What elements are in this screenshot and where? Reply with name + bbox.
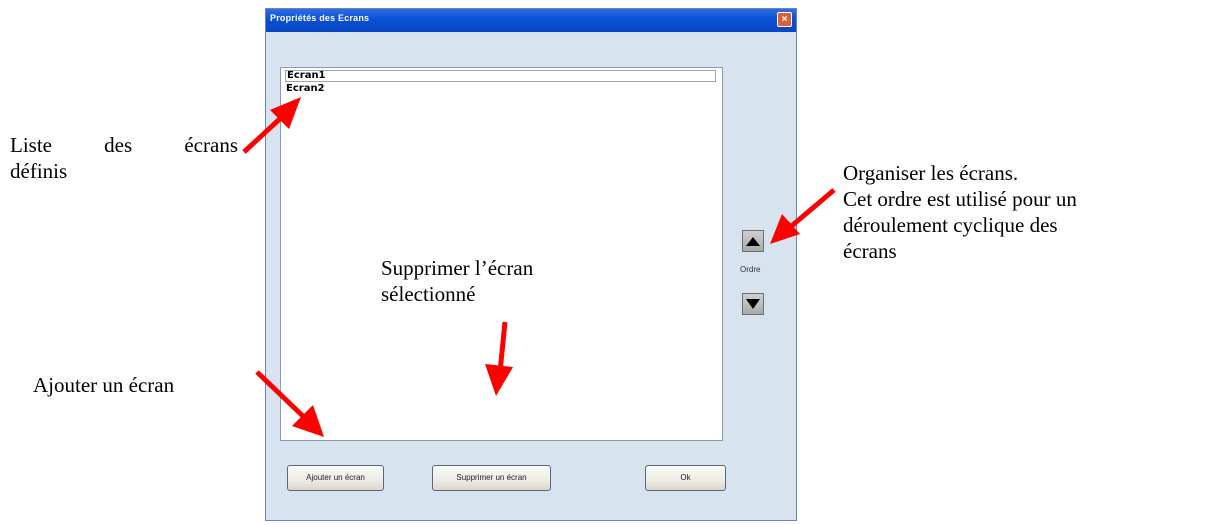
annotation-line: Ajouter un écran bbox=[33, 373, 175, 397]
annotation-line: écrans bbox=[843, 239, 897, 263]
annotation-line: définis bbox=[10, 159, 68, 183]
annotation-remove: Supprimer l’écran sélectionné bbox=[381, 255, 533, 307]
annotation-screen-list: Liste des écrans définis bbox=[10, 132, 238, 184]
triangle-up-icon bbox=[746, 237, 760, 246]
remove-screen-button[interactable]: Supprimer un écran bbox=[432, 465, 551, 491]
move-down-button[interactable] bbox=[742, 293, 764, 315]
annotation-line: Organiser les écrans. bbox=[843, 161, 1019, 185]
add-screen-button[interactable]: Ajouter un écran bbox=[287, 465, 384, 491]
annotation-line: déroulement cyclique des bbox=[843, 213, 1058, 237]
annotation-line: Cet ordre est utilisé pour un bbox=[843, 187, 1077, 211]
annotation-line: sélectionné bbox=[381, 282, 476, 306]
triangle-down-icon bbox=[746, 299, 760, 309]
order-label: Ordre bbox=[740, 265, 761, 274]
annotation-add: Ajouter un écran bbox=[33, 372, 174, 398]
annotation-line: Liste des écrans bbox=[10, 133, 238, 157]
ok-button[interactable]: Ok bbox=[645, 465, 726, 491]
list-item[interactable]: Ecran1 bbox=[285, 70, 716, 82]
screen-list[interactable]: Ecran1 Ecran2 bbox=[280, 67, 723, 441]
dialog-title: Propriétés des Ecrans bbox=[270, 13, 370, 23]
list-item[interactable]: Ecran2 bbox=[285, 83, 716, 95]
annotation-organize: Organiser les écrans. Cet ordre est util… bbox=[843, 160, 1077, 264]
move-up-button[interactable] bbox=[742, 230, 764, 252]
title-bar[interactable]: Propriétés des Ecrans × bbox=[266, 9, 796, 32]
annotation-line: Supprimer l’écran bbox=[381, 256, 534, 280]
screenshot-canvas: Propriétés des Ecrans × Ecran1 Ecran2 Or… bbox=[0, 0, 1218, 525]
close-icon[interactable]: × bbox=[777, 12, 792, 27]
